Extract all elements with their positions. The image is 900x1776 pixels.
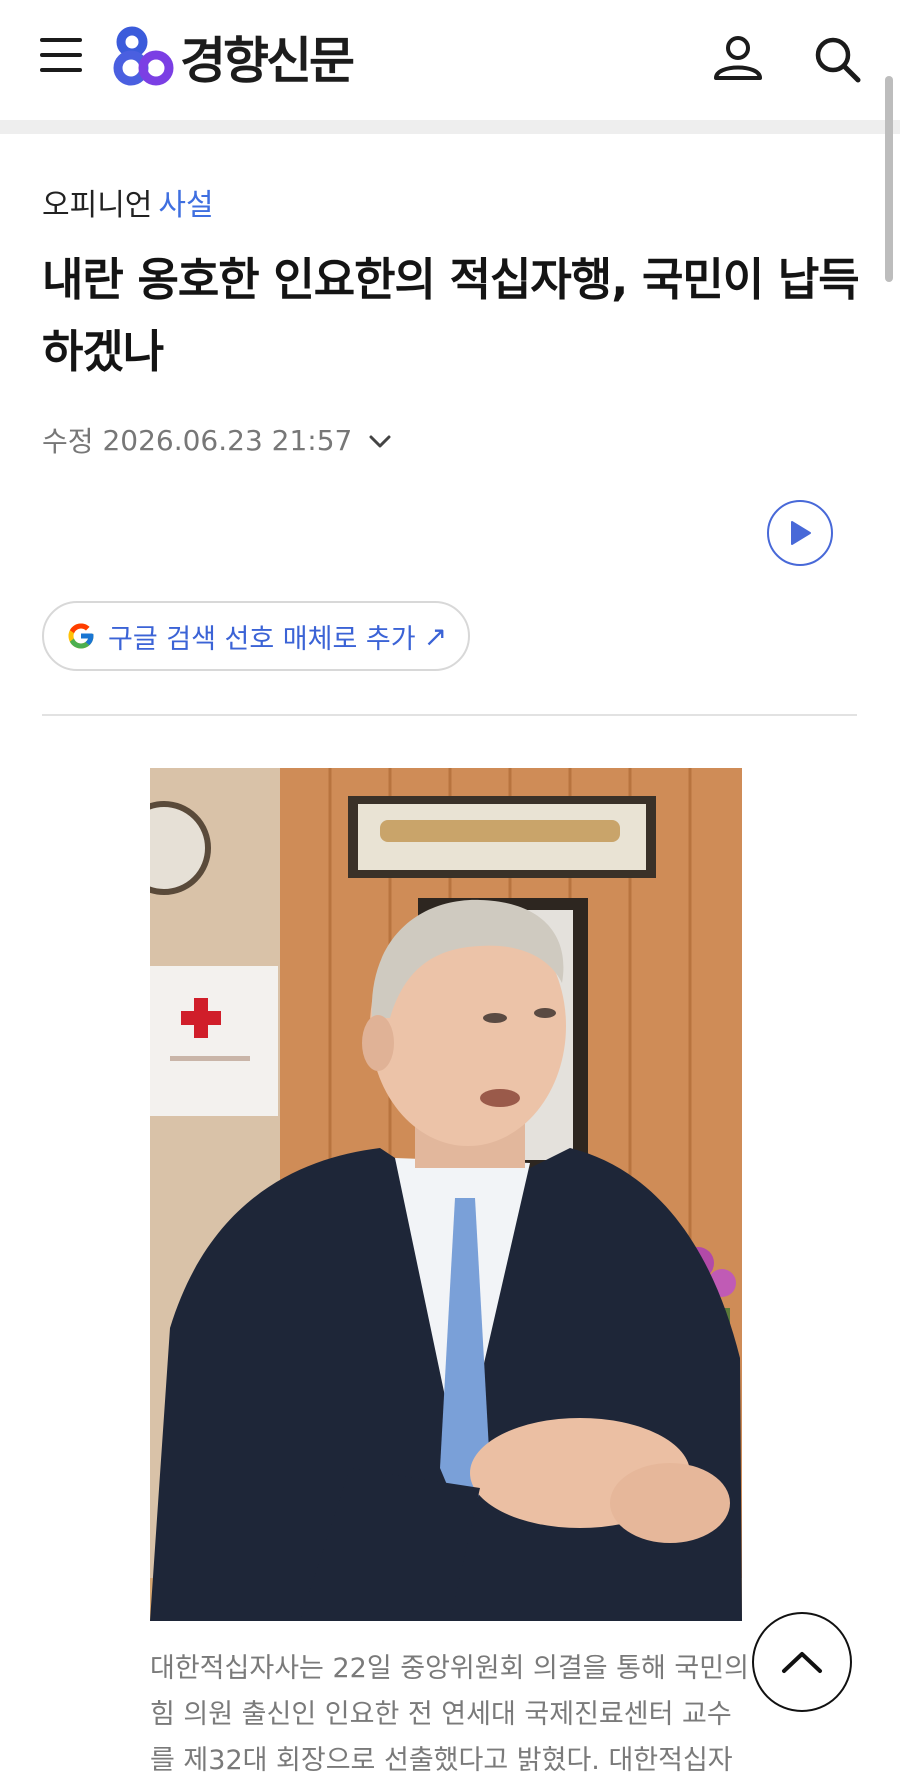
- header-divider: [0, 120, 900, 134]
- chevron-up-icon: [782, 1652, 822, 1673]
- hamburger-menu-icon[interactable]: [40, 38, 86, 78]
- logo-text: 경향신문: [180, 32, 355, 90]
- google-g-icon: [68, 623, 94, 649]
- breadcrumb-category[interactable]: 오피니언: [42, 188, 152, 223]
- article-photo[interactable]: [150, 768, 742, 1621]
- article-headline: 내란 옹호한 인요한의 적십자행, 국민이 납득하겠나: [42, 253, 860, 378]
- google-pill-label: 구글 검색 선호 매체로 추가: [108, 623, 416, 655]
- play-icon: [791, 521, 811, 545]
- chevron-down-icon[interactable]: [368, 424, 392, 457]
- article-meta[interactable]: 수정 2026.06.23 21:57: [42, 420, 392, 460]
- meta-date: 2026.06.23 21:57: [102, 423, 353, 457]
- scroll-to-top-button[interactable]: [752, 1612, 852, 1712]
- google-preferred-source-button[interactable]: 구글 검색 선호 매체로 추가 ↗: [42, 601, 470, 671]
- user-icon[interactable]: [712, 34, 764, 84]
- site-header: 경향신문: [0, 0, 900, 120]
- breadcrumb-section[interactable]: 사설: [158, 188, 213, 223]
- section-divider: [42, 714, 857, 716]
- breadcrumb: 오피니언 사설: [42, 180, 214, 224]
- scrollbar[interactable]: [885, 76, 893, 282]
- audio-play-button[interactable]: [767, 500, 833, 566]
- logo-mark-icon: [113, 26, 174, 86]
- external-arrow-icon: ↗: [423, 619, 448, 653]
- meta-label: 수정: [42, 425, 94, 458]
- site-logo[interactable]: 경향신문: [112, 22, 355, 92]
- search-icon[interactable]: [812, 34, 862, 84]
- photo-caption: 대한적십자사는 22일 중앙위원회 의결을 통해 국민의힘 의원 출신인 인요한…: [150, 1653, 749, 1776]
